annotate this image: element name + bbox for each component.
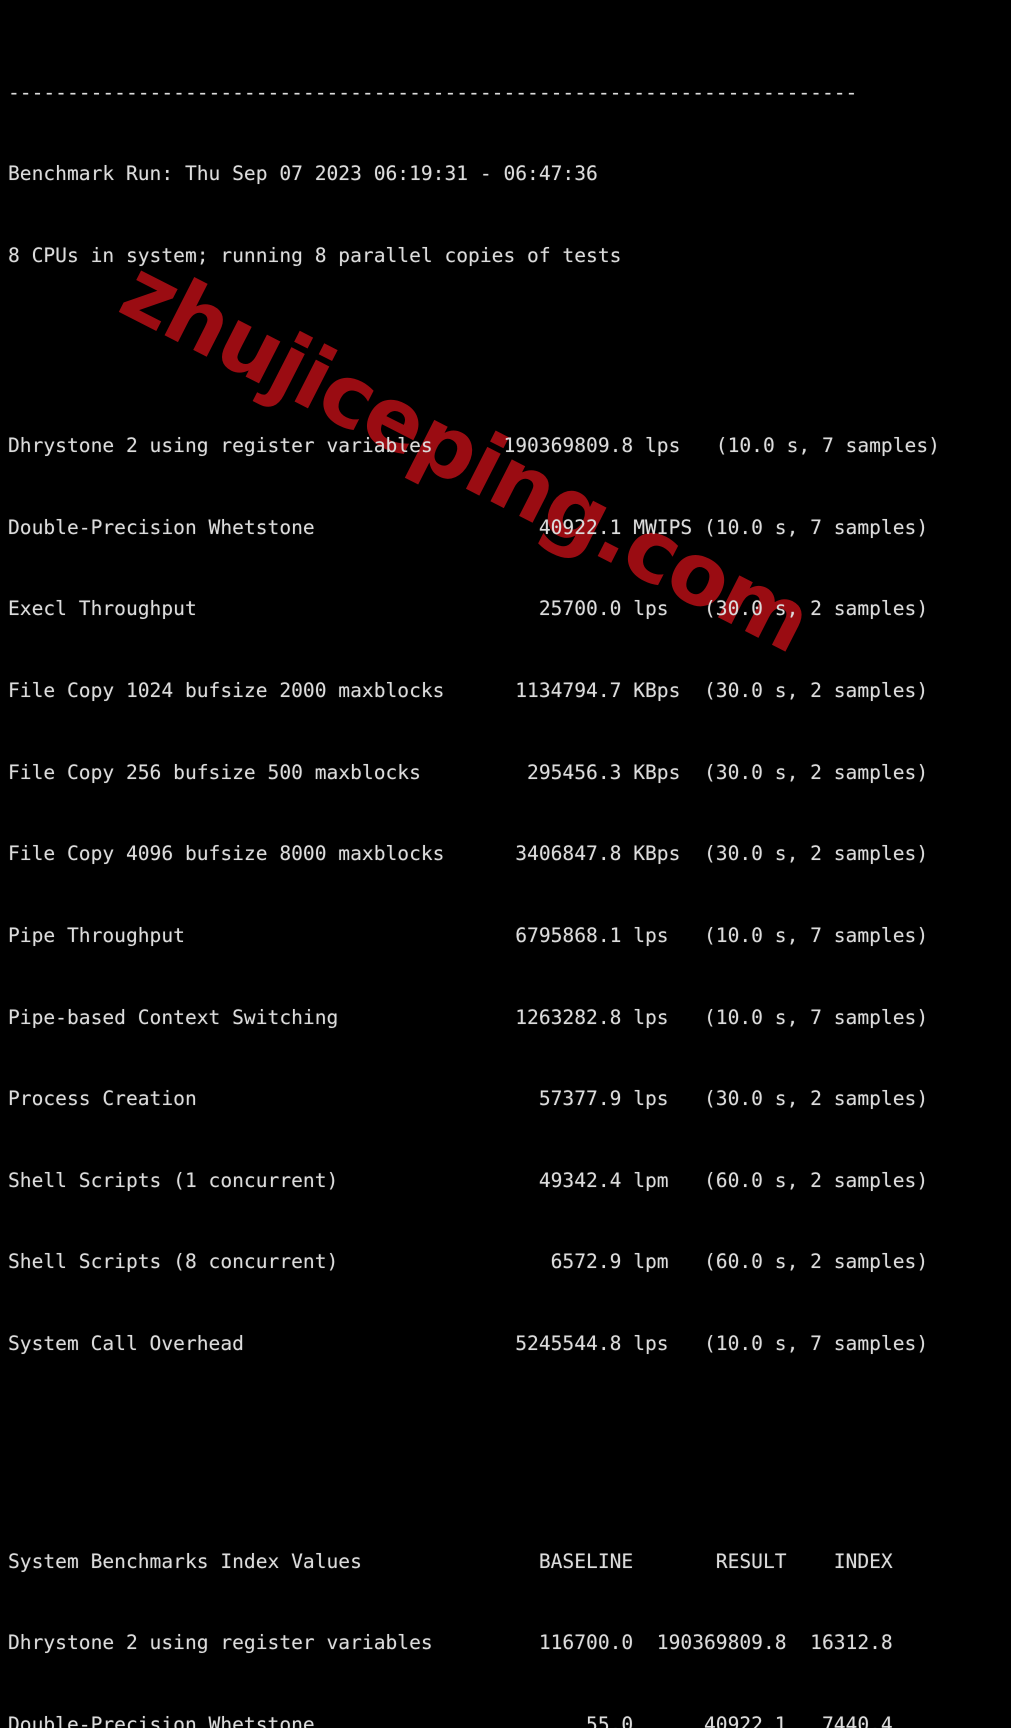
- result-row-whetstone: Double-Precision Whetstone 40922.1 MWIPS…: [8, 515, 929, 539]
- cpu-info-line: 8 CPUs in system; running 8 parallel cop…: [8, 243, 622, 267]
- blank-line-2: [8, 1439, 940, 1466]
- result-row-execl: Execl Throughput 25700.0 lps (30.0 s, 2 …: [8, 597, 929, 621]
- result-row-filecopy-256: File Copy 256 bufsize 500 maxblocks 2954…: [8, 760, 929, 784]
- result-row-pipe-throughput: Pipe Throughput 6795868.1 lps (10.0 s, 7…: [8, 923, 929, 947]
- result-row-dhrystone: Dhrystone 2 using register variables 190…: [8, 434, 940, 458]
- result-row-filecopy-4096: File Copy 4096 bufsize 8000 maxblocks 34…: [8, 842, 929, 866]
- index-table-header: System Benchmarks Index Values BASELINE …: [8, 1549, 893, 1573]
- result-row-filecopy-1024: File Copy 1024 bufsize 2000 maxblocks 11…: [8, 679, 929, 703]
- result-row-shell-1: Shell Scripts (1 concurrent) 49342.4 lpm…: [8, 1168, 929, 1192]
- terminal-window: ----------------------------------------…: [0, 0, 1011, 1728]
- result-row-process-creation: Process Creation 57377.9 lps (30.0 s, 2 …: [8, 1087, 929, 1111]
- index-row-whetstone: Double-Precision Whetstone 55.0 40922.1 …: [8, 1712, 893, 1728]
- benchmark-run-line: Benchmark Run: Thu Sep 07 2023 06:19:31 …: [8, 162, 598, 186]
- blank-line-1: [8, 323, 940, 350]
- index-row-dhrystone: Dhrystone 2 using register variables 116…: [8, 1631, 893, 1655]
- result-row-context-switching: Pipe-based Context Switching 1263282.8 l…: [8, 1005, 929, 1029]
- result-row-shell-8: Shell Scripts (8 concurrent) 6572.9 lpm …: [8, 1250, 929, 1274]
- result-row-syscall-overhead: System Call Overhead 5245544.8 lps (10.0…: [8, 1331, 929, 1355]
- terminal-output: ----------------------------------------…: [8, 0, 940, 1728]
- separator-rule-top: ----------------------------------------…: [8, 80, 858, 104]
